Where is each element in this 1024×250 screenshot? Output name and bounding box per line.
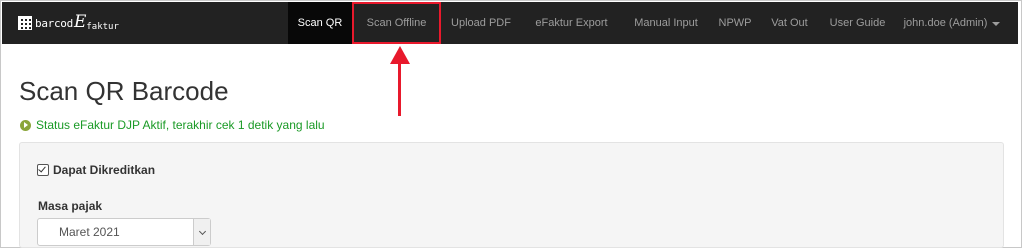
- qr-logo-icon: [18, 16, 32, 30]
- nav-upload-pdf[interactable]: Upload PDF: [441, 2, 521, 44]
- status-play-icon: [20, 119, 31, 131]
- navbar: barcod Efaktur Scan QR Scan Offline Uploa…: [2, 2, 1018, 44]
- arrow-shaft: [398, 56, 401, 116]
- caret-down-icon: [992, 21, 1001, 26]
- masa-pajak-label: Masa pajak: [38, 199, 103, 213]
- checkbox-checked-icon[interactable]: [37, 164, 49, 176]
- chevron-down-icon: [198, 227, 206, 235]
- form-panel: Dapat Dikreditkan Masa pajak Maret 2021: [19, 142, 1004, 248]
- brand-big-letter: E: [73, 12, 87, 32]
- select-chevron-button[interactable]: [193, 219, 210, 245]
- checkbox-label: Dapat Dikreditkan: [53, 163, 156, 177]
- nav-manual-input[interactable]: Manual Input: [622, 2, 710, 44]
- user-menu-label: john.doe (Admin): [903, 17, 988, 29]
- nav-scan-qr[interactable]: Scan QR: [288, 2, 352, 44]
- dapat-dikreditkan-row[interactable]: Dapat Dikreditkan: [37, 163, 155, 177]
- nav-scan-offline[interactable]: Scan Offline: [352, 2, 441, 44]
- brand-prefix: barcod: [35, 16, 73, 30]
- status-line: Status eFaktur DJP Aktif, terakhir cek 1…: [20, 118, 325, 132]
- status-text: Status eFaktur DJP Aktif, terakhir cek 1…: [36, 118, 325, 132]
- nav-user-guide[interactable]: User Guide: [819, 2, 896, 44]
- nav-efaktur-export[interactable]: eFaktur Export: [521, 2, 622, 44]
- masa-pajak-value: Maret 2021: [59, 225, 120, 239]
- nav-menu: Scan QR Scan Offline Upload PDF eFaktur …: [288, 2, 1008, 44]
- page-title: Scan QR Barcode: [19, 76, 229, 106]
- nav-vat-out[interactable]: Vat Out: [760, 2, 819, 44]
- nav-npwp[interactable]: NPWP: [710, 2, 760, 44]
- user-menu[interactable]: john.doe (Admin): [896, 2, 1008, 44]
- masa-pajak-select[interactable]: Maret 2021: [37, 218, 211, 246]
- brand-logo[interactable]: barcod Efaktur: [18, 12, 119, 33]
- brand-suffix: faktur: [86, 22, 119, 32]
